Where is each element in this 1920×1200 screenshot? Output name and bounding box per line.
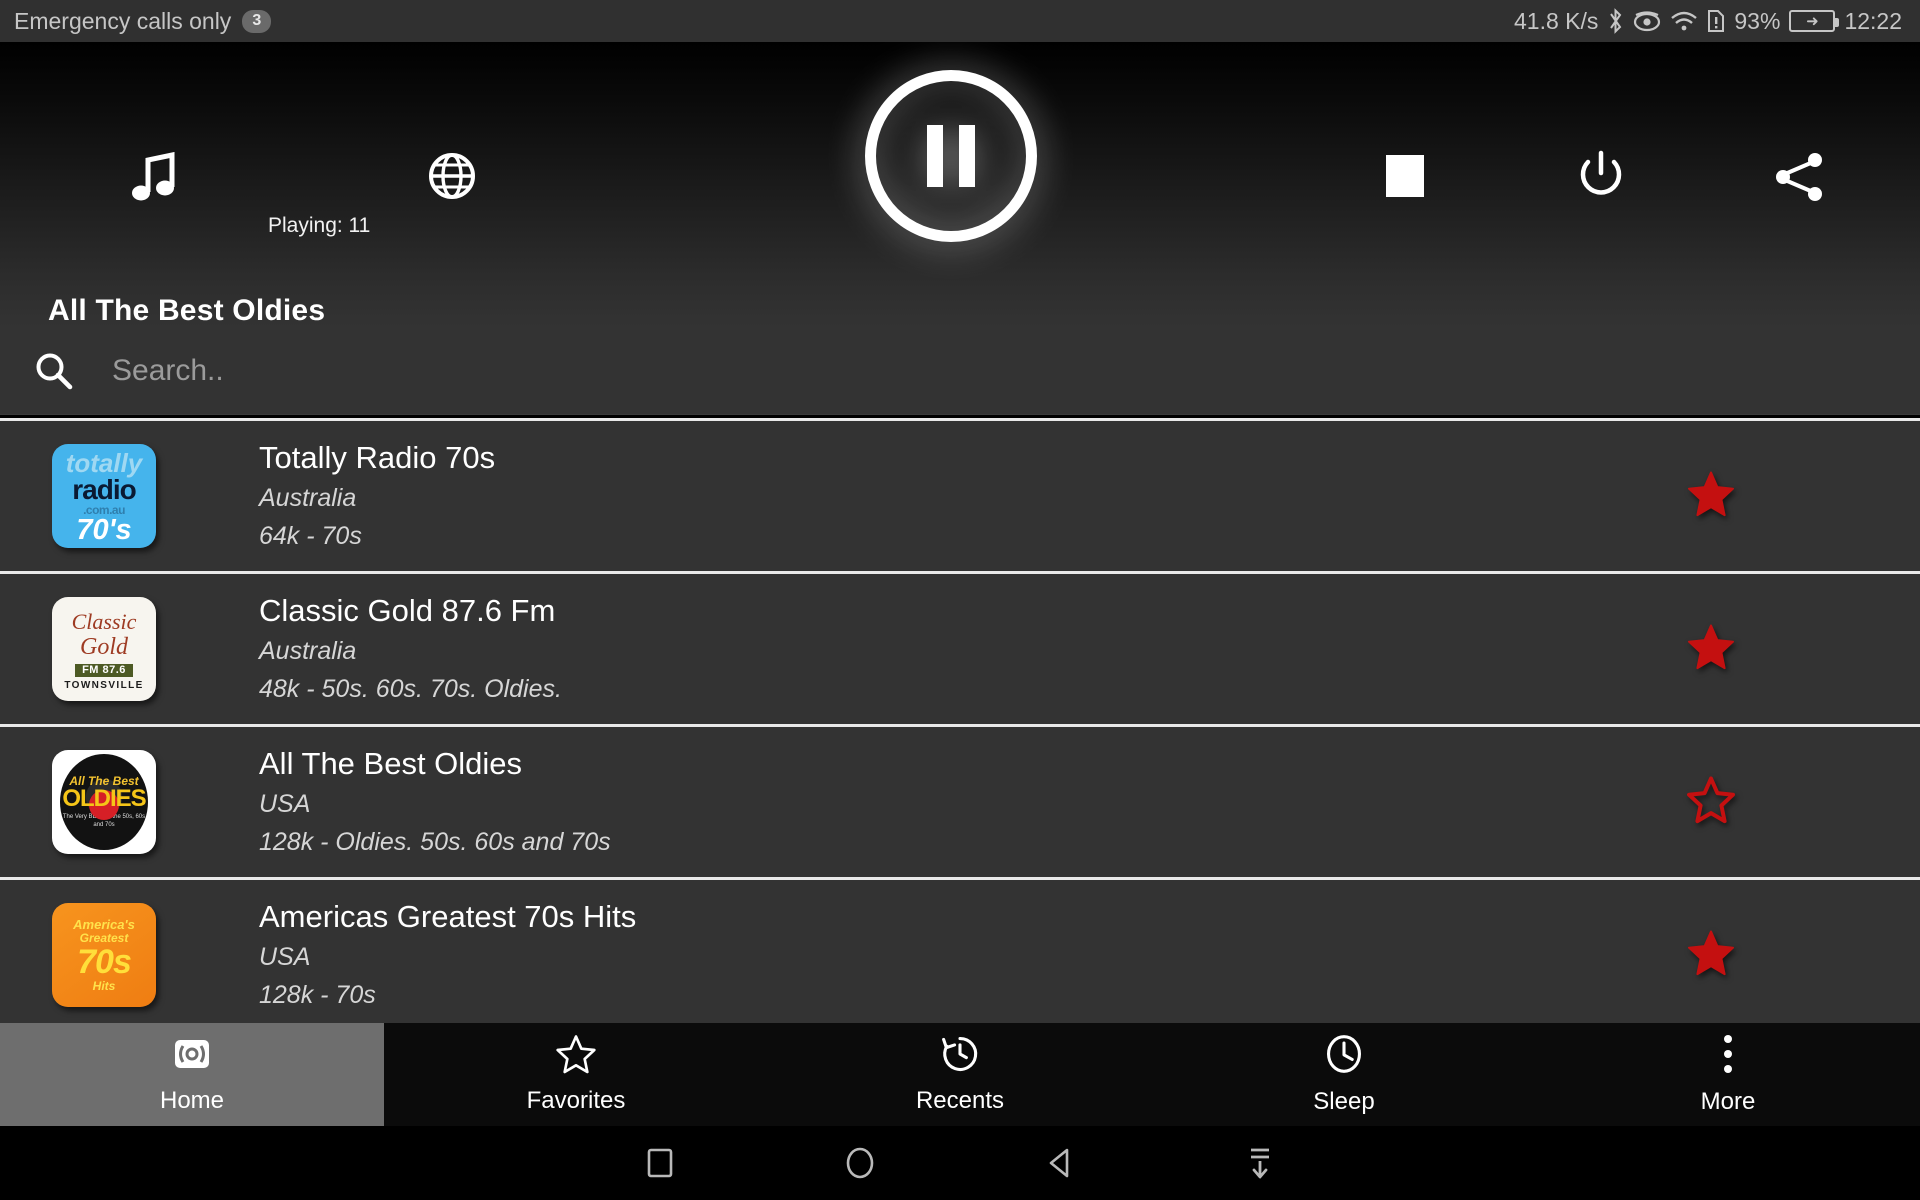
bottom-nav-item-favorites[interactable]: Favorites xyxy=(384,1023,768,1126)
play-pause-button[interactable] xyxy=(865,70,1037,242)
bottom-nav-label: Sleep xyxy=(1313,1088,1375,1115)
overflow-dots-icon xyxy=(1721,1033,1735,1080)
bottom-nav-label: Home xyxy=(159,1087,225,1114)
favorite-star-icon[interactable] xyxy=(1687,470,1735,523)
station-country: USA xyxy=(259,943,311,971)
stop-square-icon xyxy=(1386,155,1424,197)
stop-button[interactable] xyxy=(1386,155,1424,197)
battery-percent-label: 93% xyxy=(1734,7,1781,34)
station-logo: All The BestOLDIESThe Very BEST of the 5… xyxy=(52,750,156,854)
player-header: Playing: 11 All The Best Oldies xyxy=(0,42,1920,327)
hide-keyboard-icon[interactable] xyxy=(1160,1145,1360,1181)
station-logo: Classic Gold FM 87.6 TOWNSVILLE xyxy=(52,597,156,701)
station-row[interactable]: America's Greatest 70s Hits Americas Greates… xyxy=(0,877,1920,1023)
station-country: Australia xyxy=(259,484,357,512)
wifi-icon xyxy=(1670,10,1698,32)
now-playing-title: All The Best Oldies xyxy=(48,294,326,327)
station-name: Totally Radio 70s xyxy=(259,440,496,475)
favorite-star-icon[interactable] xyxy=(1687,929,1735,982)
globe-icon[interactable] xyxy=(428,152,476,200)
station-info: Totally Radio 70s Australia 64k - 70s xyxy=(259,439,495,553)
share-button[interactable] xyxy=(1774,152,1826,202)
recents-square-icon[interactable] xyxy=(560,1146,760,1180)
bottom-nav-item-more[interactable]: More xyxy=(1536,1023,1920,1126)
status-bar-right: 41.8 K/s 93% ➜ 12:22 xyxy=(1514,8,1902,35)
power-button[interactable] xyxy=(1576,150,1626,202)
station-info: All The Best Oldies USA 128k - Oldies. 50s… xyxy=(259,745,611,859)
player-controls: Playing: 11 xyxy=(0,42,1920,242)
battery-icon: ➜ xyxy=(1789,10,1840,32)
sim-alert-icon xyxy=(1707,9,1725,33)
favorite-star-icon[interactable] xyxy=(1687,623,1735,676)
station-logo: America's Greatest 70s Hits xyxy=(52,903,156,1007)
station-list[interactable]: totally radio .com.au 70's Totally Radio 70s… xyxy=(0,418,1920,1023)
app-root: Emergency calls only 3 41.8 K/s 93% ➜ 12… xyxy=(0,0,1920,1200)
station-meta: 128k - Oldies. 50s. 60s and 70s xyxy=(259,828,611,856)
station-meta: 128k - 70s xyxy=(259,981,376,1009)
bottom-navigation: Home Favorites Recents Sleep More xyxy=(0,1023,1920,1126)
bottom-nav-item-sleep[interactable]: Sleep xyxy=(1152,1023,1536,1126)
music-note-icon[interactable] xyxy=(132,152,178,208)
status-bar-left: Emergency calls only 3 xyxy=(14,7,272,35)
data-rate-label: 41.8 K/s xyxy=(1514,7,1599,34)
bottom-nav-label: More xyxy=(1700,1088,1756,1115)
station-row[interactable]: All The BestOLDIESThe Very BEST of the 5… xyxy=(0,724,1920,877)
radio-broadcast-icon xyxy=(172,1034,212,1079)
station-meta: 48k - 50s. 60s. 70s. Oldies. xyxy=(259,675,562,703)
favorite-star-icon[interactable] xyxy=(1687,776,1735,829)
status-bar: Emergency calls only 3 41.8 K/s 93% ➜ 12… xyxy=(0,0,1920,42)
clock-icon xyxy=(1324,1033,1364,1080)
bottom-nav-item-home[interactable]: Home xyxy=(0,1023,384,1126)
station-meta: 64k - 70s xyxy=(259,522,362,550)
carrier-label: Emergency calls only xyxy=(14,7,232,34)
station-country: USA xyxy=(259,790,311,818)
search-icon xyxy=(22,350,86,392)
search-bar[interactable] xyxy=(0,327,1920,415)
bottom-nav-label: Recents xyxy=(915,1087,1005,1114)
star-outline-icon xyxy=(556,1034,596,1079)
android-navigation-bar xyxy=(0,1126,1920,1200)
notification-count-badge: 3 xyxy=(242,9,272,33)
station-logo: totally radio .com.au 70's xyxy=(52,444,156,548)
history-icon xyxy=(940,1034,980,1079)
station-name: All The Best Oldies xyxy=(259,746,523,781)
bottom-nav-item-recents[interactable]: Recents xyxy=(768,1023,1152,1126)
bottom-nav-label: Favorites xyxy=(526,1087,626,1114)
search-input[interactable] xyxy=(86,353,1920,388)
clock-label: 12:22 xyxy=(1844,7,1902,34)
station-name: Classic Gold 87.6 Fm xyxy=(259,593,556,628)
home-circle-icon[interactable] xyxy=(760,1145,960,1181)
bluetooth-icon xyxy=(1607,8,1624,34)
pause-icon xyxy=(927,125,975,187)
station-info: Classic Gold 87.6 Fm Australia 48k - 50s. … xyxy=(259,592,562,706)
station-country: Australia xyxy=(259,637,357,665)
charging-bolt-icon: ➜ xyxy=(1806,12,1819,30)
station-name: Americas Greatest 70s Hits xyxy=(259,899,637,934)
station-info: Americas Greatest 70s Hits USA 128k - 70s xyxy=(259,898,636,1012)
playing-count-label: Playing: 11 xyxy=(268,214,371,237)
back-triangle-icon[interactable] xyxy=(960,1146,1160,1180)
station-row[interactable]: totally radio .com.au 70's Totally Radio 70s… xyxy=(0,418,1920,571)
eye-icon xyxy=(1633,10,1661,32)
station-row[interactable]: Classic Gold FM 87.6 TOWNSVILLE Classic Gold… xyxy=(0,571,1920,724)
